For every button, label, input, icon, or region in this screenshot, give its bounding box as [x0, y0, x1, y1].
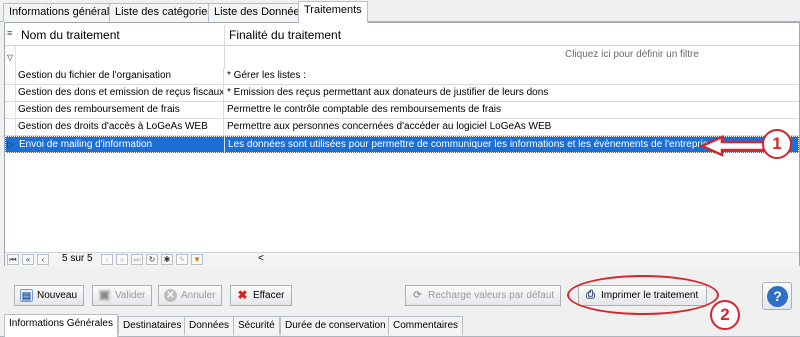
table-row-selected[interactable]: ▷ Envoi de mailing d'information Les don… — [5, 136, 799, 153]
save-icon: ▣ — [98, 289, 111, 302]
tab-traitements[interactable]: Traitements — [298, 1, 368, 23]
filter-icon[interactable]: ▽ — [7, 53, 13, 62]
first-record-icon[interactable]: ⏮ — [7, 254, 19, 265]
prev-page-icon[interactable]: « — [22, 254, 34, 265]
prev-record-icon[interactable]: ‹ — [37, 254, 49, 265]
cell-name: Gestion des dons et emission de reçus fi… — [17, 85, 224, 101]
current-row-indicator-icon: ▷ — [7, 139, 14, 149]
annotation-callout-2: 2 — [710, 300, 740, 330]
help-icon: ? — [767, 286, 788, 307]
next-record-icon[interactable]: › — [101, 254, 113, 265]
reload-icon: ⟳ — [413, 290, 422, 301]
tab-donnees[interactable]: Données — [184, 316, 235, 335]
tab-destinataires[interactable]: Destinataires — [118, 316, 187, 335]
detail-tab-bar: Informations Générales Destinataires Don… — [0, 314, 800, 337]
refresh-icon[interactable]: ↻ — [146, 254, 158, 265]
treatments-grid: ≡ Nom du traitement Finalité du traiteme… — [4, 22, 800, 266]
tab-informations-generales-detail[interactable]: Informations Générales — [4, 314, 118, 337]
record-counter: 5 sur 5 — [62, 253, 93, 264]
cell-purpose: Permettre le contrôle comptable des remb… — [227, 104, 502, 115]
tab-securite[interactable]: Sécurité — [233, 316, 280, 335]
tab-commentaires[interactable]: Commentaires — [388, 316, 464, 335]
table-row[interactable]: Gestion du fichier de l'organisation * G… — [5, 68, 799, 85]
cell-name: Envoi de mailing d'information — [18, 137, 225, 153]
help-button[interactable]: ? — [762, 282, 792, 310]
delete-label: Effacer — [253, 290, 285, 301]
delete-button[interactable]: ✖ Effacer — [230, 285, 292, 306]
table-row[interactable]: Gestion des droits d'accès à LoGeAs WEB … — [5, 119, 799, 136]
new-label: Nouveau — [37, 290, 78, 301]
next-page-icon[interactable]: » — [116, 254, 128, 265]
edit-record-icon[interactable]: ✎ — [176, 254, 188, 265]
cell-name: Gestion du fichier de l'organisation — [17, 68, 224, 84]
cancel-label: Annuler — [181, 290, 216, 301]
insert-record-icon[interactable]: ✱ — [161, 254, 173, 265]
delete-icon: ✖ — [237, 288, 248, 302]
grid-header: ≡ Nom du traitement Finalité du traiteme… — [5, 23, 799, 46]
column-header-finalite[interactable]: Finalité du traitement — [225, 23, 795, 46]
filter-row[interactable]: ▽ Cliquez ici pour définir un filtre — [5, 46, 799, 66]
cell-name: Gestion des droits d'accès à LoGeAs WEB — [17, 119, 224, 135]
cancel-button[interactable]: ✕ Annuler — [158, 285, 223, 306]
tab-duree-de-conservation[interactable]: Durée de conservation — [280, 316, 391, 335]
reload-label: Recharge valeurs par défaut — [428, 290, 555, 301]
filter-funnel-icon[interactable]: ▼ — [191, 254, 203, 265]
table-row[interactable]: Gestion des dons et emission de reçus fi… — [5, 85, 799, 102]
record-navigator: ⏮ « ‹ 5 sur 5 › » ⏭ ↻ ✱ ✎ ▼ < — [5, 252, 799, 266]
cell-name: Gestion des remboursement de frais — [17, 102, 224, 118]
tab-liste-des-donnees[interactable]: Liste des Données — [208, 3, 312, 22]
filter-hint[interactable]: Cliquez ici pour définir un filtre — [565, 49, 699, 60]
cell-purpose: * Gérer les listes : — [227, 70, 306, 81]
annotation-arrow — [700, 135, 766, 157]
table-row[interactable]: Gestion des remboursement de frais Perme… — [5, 102, 799, 119]
top-tab-bar: Informations générales Liste des catégor… — [0, 0, 800, 23]
cell-purpose: Permettre aux personnes concernées d'acc… — [227, 121, 552, 132]
tab-liste-des-categories[interactable]: Liste des catégories — [109, 3, 219, 22]
column-chooser-icon[interactable]: ≡ — [7, 28, 12, 38]
scroll-left-icon[interactable]: < — [258, 253, 264, 264]
column-header-nom[interactable]: Nom du traitement — [17, 23, 224, 46]
cancel-icon: ✕ — [164, 289, 177, 302]
reload-defaults-button[interactable]: ⟳ Recharge valeurs par défaut — [405, 285, 562, 306]
new-record-icon: ▤ — [20, 289, 33, 302]
new-button[interactable]: ▤ Nouveau — [14, 285, 85, 306]
annotation-callout-1: 1 — [762, 129, 792, 159]
validate-label: Valider — [115, 290, 146, 301]
annotation-highlight-print — [567, 275, 719, 315]
cell-purpose: * Emission des reçus permettant aux dona… — [227, 87, 549, 98]
last-record-icon[interactable]: ⏭ — [131, 254, 143, 265]
validate-button[interactable]: ▣ Valider — [92, 285, 153, 306]
